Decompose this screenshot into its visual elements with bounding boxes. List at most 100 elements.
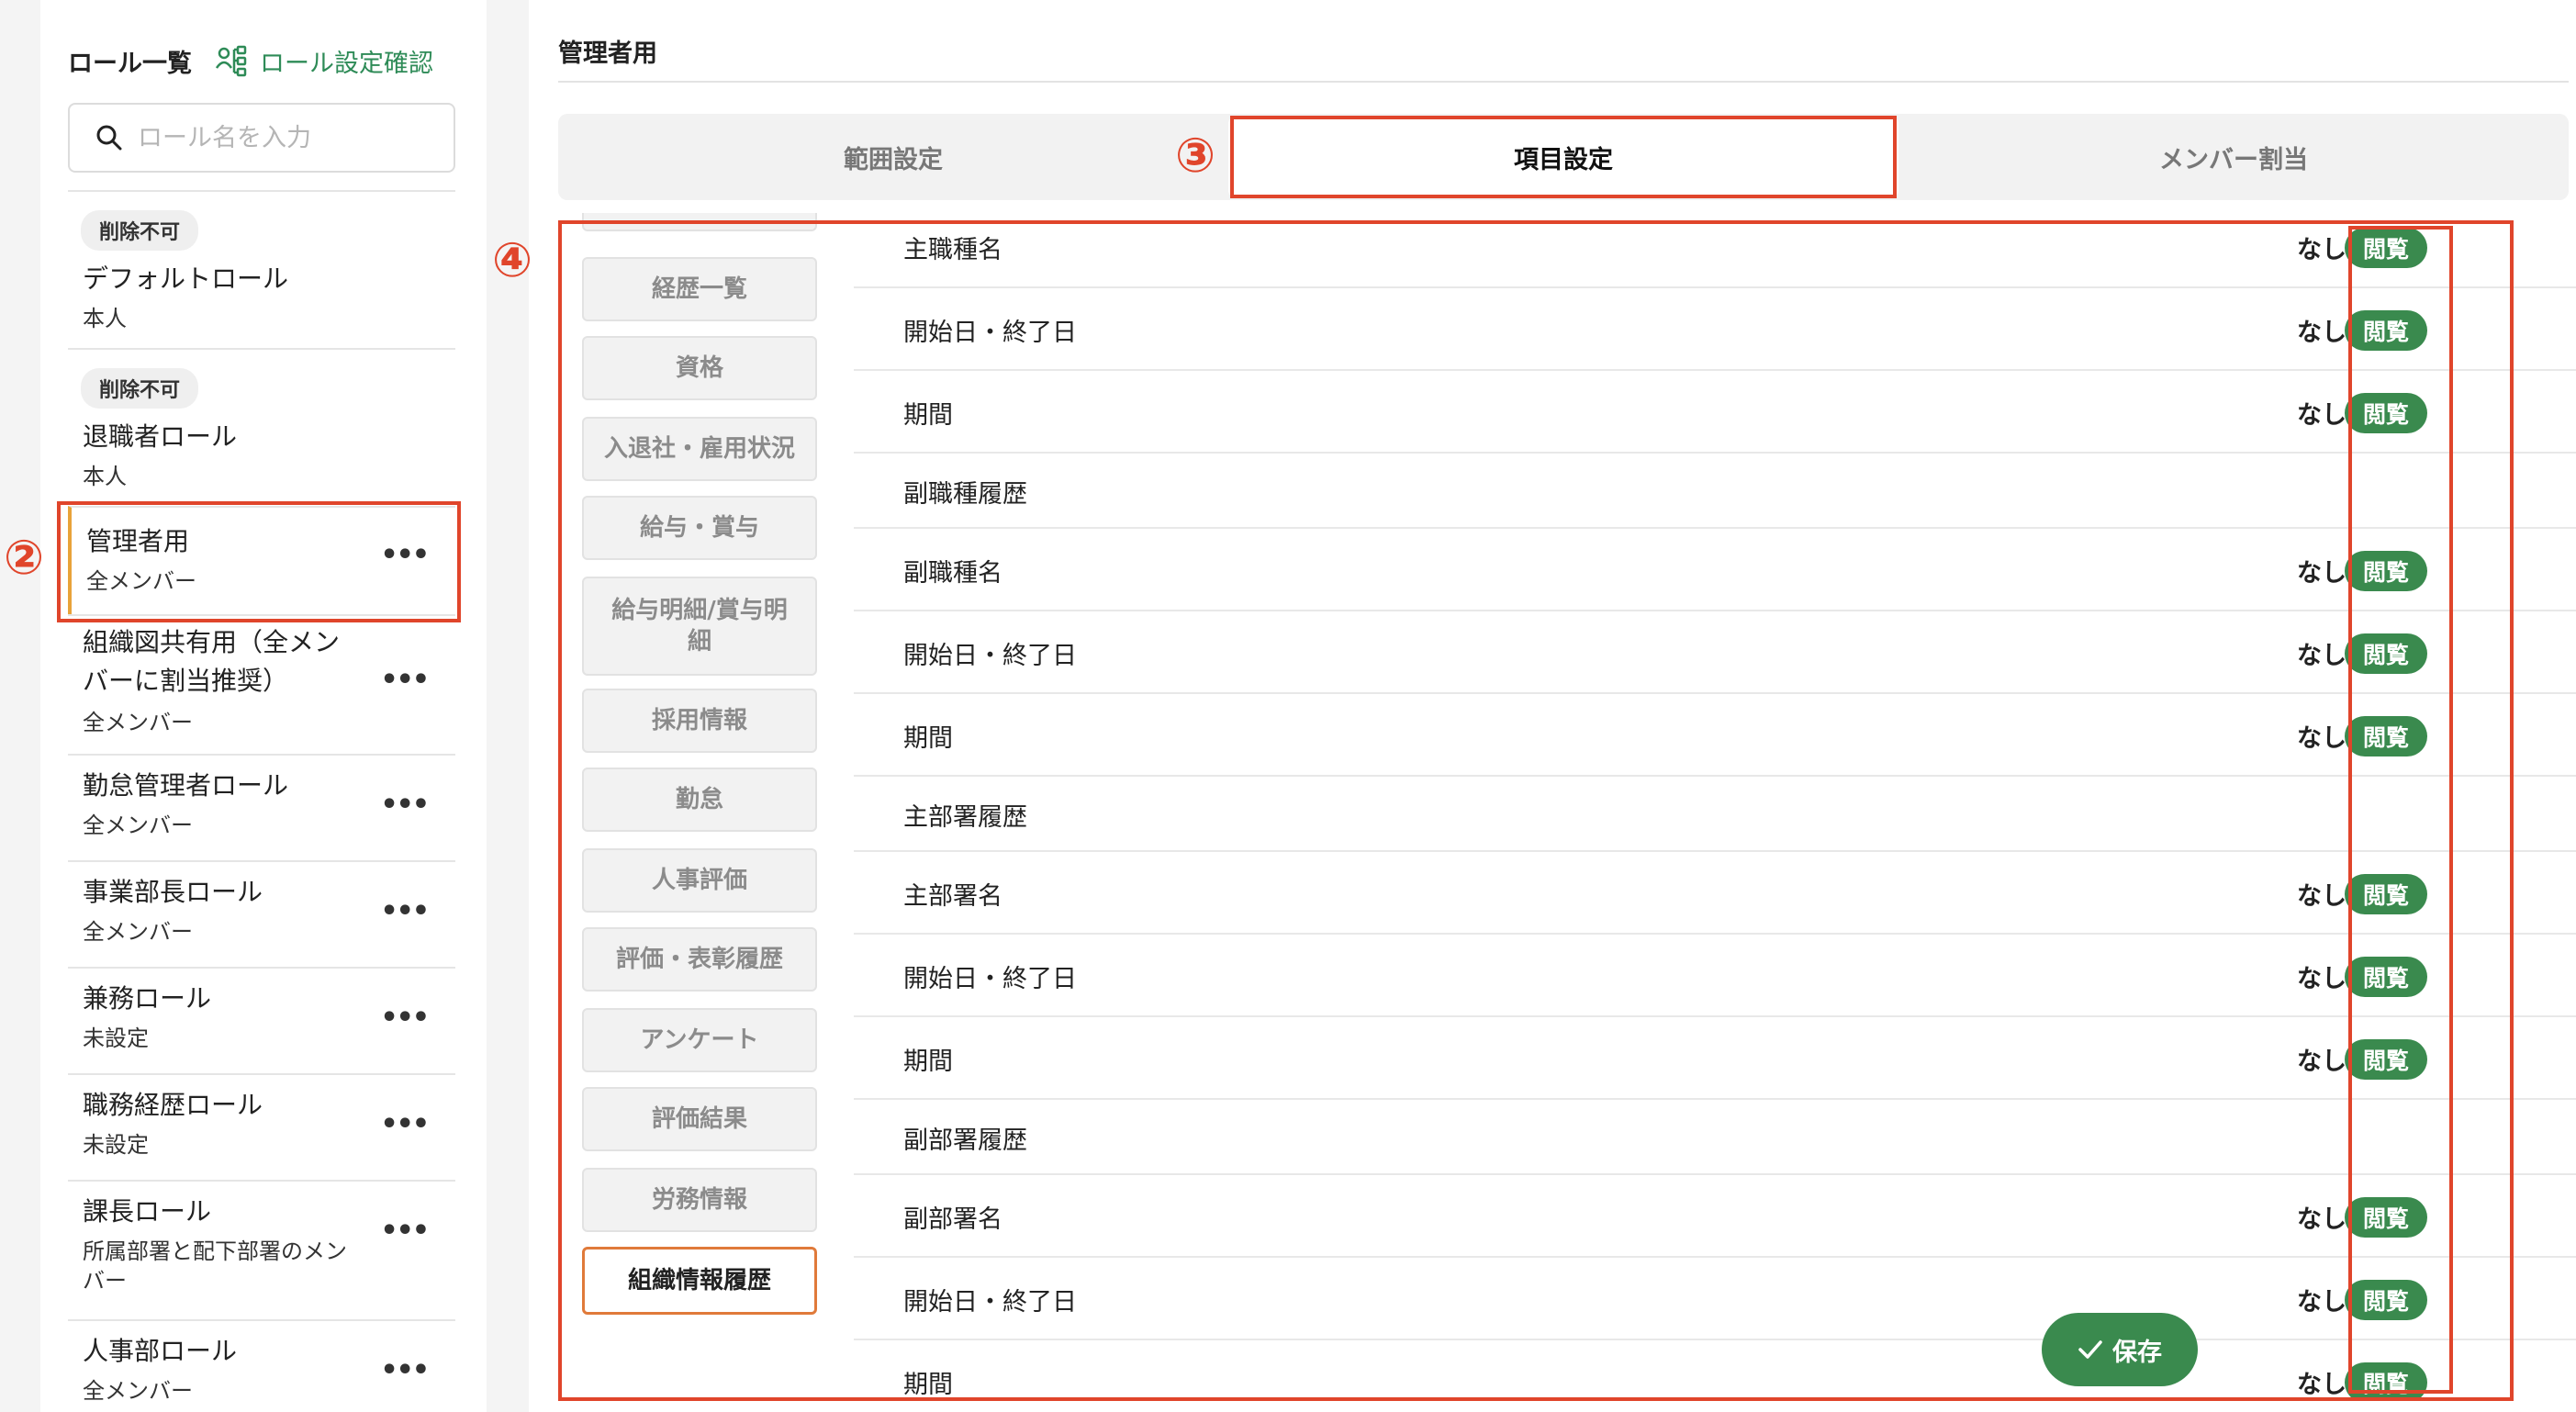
role-name: 管理者用 (86, 526, 190, 556)
permission-none-option[interactable]: なし (2297, 395, 2346, 431)
role-item-default[interactable]: 削除不可 デフォルトロール 本人 (68, 190, 455, 348)
permission-none-option[interactable]: なし (2297, 1364, 2346, 1397)
permission-none-option[interactable]: なし (2297, 230, 2346, 265)
category-org-history[interactable]: 組織情報履歴 (582, 1247, 817, 1315)
category-recruitment[interactable]: 採用情報 (582, 689, 817, 753)
role-item-career[interactable]: 職務経歴ロール 未設定 ••• (68, 1073, 455, 1180)
field-label: 期間 (903, 1048, 953, 1076)
field-group-label: 副職種履歴 (903, 480, 1027, 509)
field-row: 副部署名 なし 閲覧 (854, 1175, 2576, 1258)
field-row: 期間 なし 閲覧 (854, 1017, 2576, 1100)
role-name: デフォルトロール (83, 263, 289, 294)
field-label: 開始日・終了日 (903, 965, 1077, 993)
more-options-icon[interactable]: ••• (380, 539, 430, 571)
role-item-admin[interactable]: 管理者用 全メンバー ••• (68, 506, 455, 614)
field-row: 期間 なし 閲覧 (854, 371, 2576, 454)
role-settings-link[interactable]: ロール設定確認 (216, 43, 433, 79)
field-row: 主職種名 なし 閲覧 (854, 213, 2576, 288)
role-scope: 本人 (83, 464, 127, 489)
role-name: 兼務ロール (83, 983, 212, 1014)
more-options-icon[interactable]: ••• (380, 664, 430, 696)
permission-none-option[interactable]: なし (2297, 876, 2346, 912)
category-attendance[interactable]: 勤怠 (582, 768, 817, 832)
annotation-number-3: ③ (1175, 129, 1216, 184)
permission-view-option[interactable]: 閲覧 (2345, 874, 2427, 914)
permission-none-option[interactable]: なし (2297, 635, 2346, 671)
field-row: 主部署名 なし 閲覧 (854, 852, 2576, 935)
permission-none-option[interactable]: なし (2297, 1041, 2346, 1077)
category-awards-history[interactable]: 評価・表彰履歴 (582, 927, 817, 992)
role-item-retired[interactable]: 削除不可 退職者ロール 本人 (68, 348, 455, 506)
category-evaluation-results[interactable]: 評価結果 (582, 1087, 817, 1151)
field-group-label: 主部署履歴 (903, 803, 1027, 832)
permission-none-option[interactable]: なし (2297, 718, 2346, 754)
permission-none-option[interactable]: なし (2297, 958, 2346, 994)
role-scope: 全メンバー (83, 710, 193, 735)
field-label: 副職種名 (903, 559, 1002, 588)
role-scope: 全メンバー (83, 1378, 193, 1404)
field-row: 副職種名 なし 閲覧 (854, 529, 2576, 611)
permission-none-option[interactable]: なし (2297, 553, 2346, 588)
permission-view-option[interactable]: 閲覧 (2345, 1039, 2427, 1080)
permission-none-option[interactable]: なし (2297, 1199, 2346, 1235)
role-name: 組織図共有用（全メンバーに割当推奨） (83, 627, 341, 696)
more-options-icon[interactable]: ••• (380, 789, 430, 821)
save-button-label: 保存 (2112, 1338, 2162, 1367)
role-list-panel: ロール一覧 ロール設定確認 削除不可 デフォルトロール 本人 (40, 0, 487, 1412)
more-options-icon[interactable]: ••• (380, 1215, 430, 1247)
role-item-section-chief[interactable]: 課長ロール 所属部署と配下部署のメンバー ••• (68, 1180, 455, 1319)
field-label: 期間 (903, 724, 953, 753)
field-group-header: 副職種履歴 (854, 454, 2576, 529)
tab-scope-settings[interactable]: 範囲設定 (558, 114, 1228, 200)
role-name: 人事部ロール (83, 1336, 238, 1366)
permission-view-option[interactable]: 閲覧 (2345, 393, 2427, 433)
annotation-number-2: ② (4, 531, 45, 586)
role-scope: 未設定 (83, 1132, 149, 1158)
permission-view-option[interactable]: 閲覧 (2345, 1362, 2427, 1397)
field-label: 主部署名 (903, 882, 1002, 911)
save-button[interactable]: 保存 (2042, 1313, 2198, 1386)
permission-view-option[interactable]: 閲覧 (2345, 716, 2427, 756)
more-options-icon[interactable]: ••• (380, 895, 430, 927)
tab-member-assignment[interactable]: メンバー割当 (1898, 114, 2569, 200)
role-item-division-head[interactable]: 事業部長ロール 全メンバー ••• (68, 860, 455, 967)
category-qualifications[interactable]: 資格 (582, 336, 817, 400)
permission-none-option[interactable]: なし (2297, 1282, 2346, 1317)
role-item-hr[interactable]: 人事部ロール 全メンバー ••• (68, 1319, 455, 1412)
role-settings-icon (216, 45, 247, 77)
role-search-input[interactable] (136, 122, 452, 153)
permission-view-option[interactable]: 閲覧 (2345, 957, 2427, 997)
category-salary-bonus[interactable]: 給与・賞与 (582, 496, 817, 560)
category-career-list[interactable]: 経歴一覧 (582, 257, 817, 321)
category-survey[interactable]: アンケート (582, 1008, 817, 1072)
category-payslips[interactable]: 給与明細/賞与明細 (582, 577, 817, 676)
field-row: 期間 なし 閲覧 (854, 694, 2576, 777)
role-name: 退職者ロール (83, 421, 238, 452)
permission-view-option[interactable]: 閲覧 (2345, 633, 2427, 674)
more-options-icon[interactable]: ••• (380, 1002, 430, 1034)
page-title: 管理者用 (558, 39, 657, 68)
field-label: 副部署名 (903, 1205, 1002, 1234)
permission-view-option[interactable]: 閲覧 (2345, 228, 2427, 268)
permission-none-option[interactable]: なし (2297, 312, 2346, 348)
permission-view-option[interactable]: 閲覧 (2345, 1197, 2427, 1238)
tab-bar: 範囲設定 項目設定 メンバー割当 (558, 114, 2569, 200)
category-button-partial[interactable] (582, 213, 817, 231)
category-labor-info[interactable]: 労務情報 (582, 1168, 817, 1232)
more-options-icon[interactable]: ••• (380, 1354, 430, 1386)
role-name: 事業部長ロール (83, 877, 263, 907)
role-item-attendance-manager[interactable]: 勤怠管理者ロール 全メンバー ••• (68, 754, 455, 860)
role-scope: 全メンバー (86, 568, 196, 594)
role-search-box[interactable] (68, 103, 455, 173)
role-item-org-chart[interactable]: 組織図共有用（全メンバーに割当推奨） 全メンバー ••• (68, 614, 455, 754)
category-performance-review[interactable]: 人事評価 (582, 848, 817, 913)
role-item-concurrent[interactable]: 兼務ロール 未設定 ••• (68, 967, 455, 1073)
tab-field-settings[interactable]: 項目設定 (1228, 118, 1898, 196)
role-name: 職務経歴ロール (83, 1090, 263, 1120)
permission-view-option[interactable]: 閲覧 (2345, 551, 2427, 591)
more-options-icon[interactable]: ••• (380, 1108, 430, 1140)
field-label: 期間 (903, 401, 953, 430)
permission-view-option[interactable]: 閲覧 (2345, 310, 2427, 351)
permission-view-option[interactable]: 閲覧 (2345, 1280, 2427, 1320)
category-employment-status[interactable]: 入退社・雇用状況 (582, 417, 817, 481)
